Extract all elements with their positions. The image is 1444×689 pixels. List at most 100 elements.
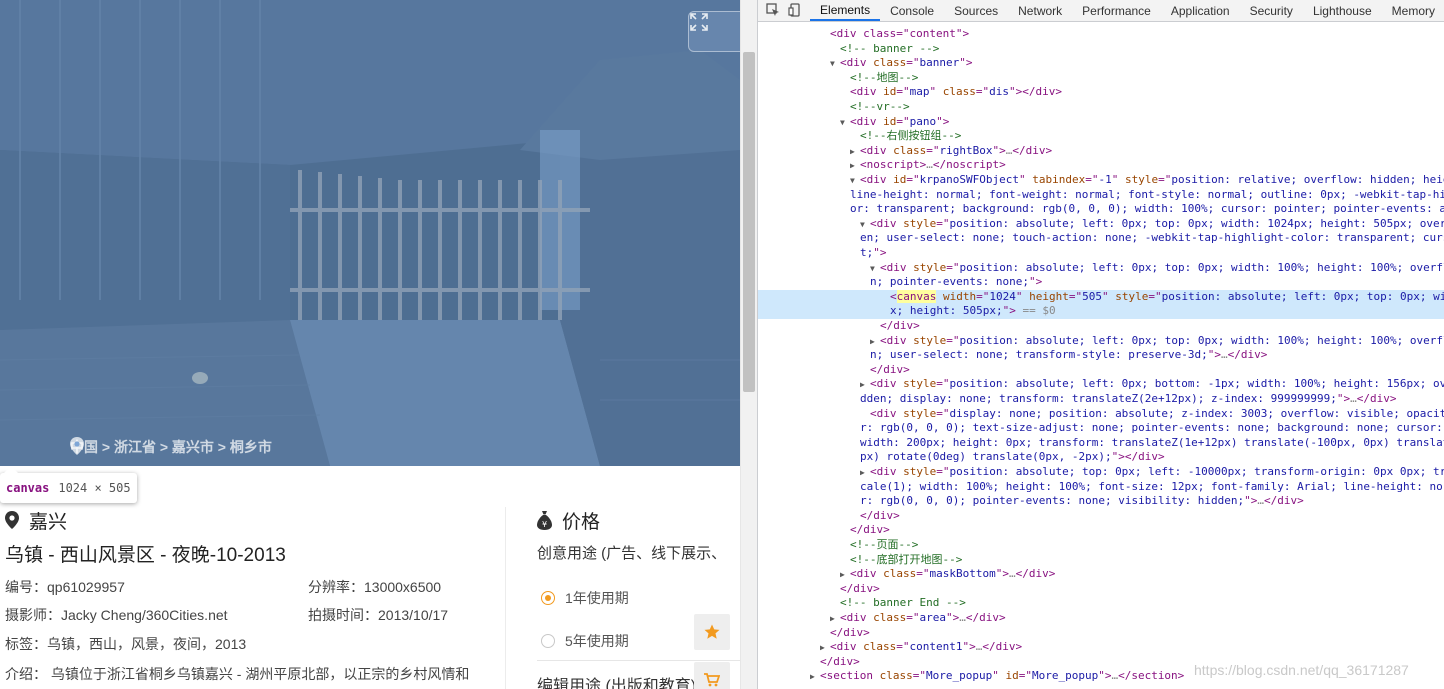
collapse-triangle-icon[interactable]: ▼ bbox=[870, 262, 880, 277]
dom-tree-line[interactable]: ▶ <div class="maskBottom">…</div> bbox=[758, 567, 1055, 583]
dom-tree-line[interactable]: <canvas width="1024" height="505" style=… bbox=[758, 289, 1444, 305]
dom-tree-line[interactable]: ▼ <div class="banner"> bbox=[758, 56, 973, 72]
dom-tree-line[interactable]: ▶ <div style="position: absolute; left: 0… bbox=[758, 334, 1444, 350]
expand-triangle-icon[interactable]: ▶ bbox=[850, 159, 860, 174]
page-scrollbar[interactable] bbox=[740, 0, 757, 689]
dom-tree-line[interactable]: cale(1); width: 100%; height: 100%; font… bbox=[758, 480, 1444, 495]
license-option-1-year[interactable]: 1年使用期 bbox=[541, 588, 629, 608]
dom-tree-line[interactable]: </div> bbox=[758, 626, 870, 641]
expand-triangle-icon[interactable]: ▶ bbox=[820, 641, 830, 656]
code-token: pano bbox=[909, 114, 937, 128]
device-toolbar-icon[interactable] bbox=[788, 3, 802, 17]
dom-tree-line[interactable]: </div> bbox=[758, 655, 860, 670]
dom-tree-line[interactable]: r: rgb(0, 0, 0); pointer-events: none; v… bbox=[758, 494, 1304, 509]
dom-tree-line[interactable]: <div class="content"> bbox=[758, 27, 969, 42]
elements-tree[interactable]: ••• <div class="content"><!-- banner -->… bbox=[758, 22, 1444, 689]
favorite-button[interactable] bbox=[694, 614, 730, 650]
expand-triangle-icon[interactable]: ▶ bbox=[860, 378, 870, 393]
code-token: <!--地图--> bbox=[850, 70, 919, 84]
devtools-tab-network[interactable]: Network bbox=[1008, 0, 1072, 21]
dom-tree-line[interactable]: ▼ <div style="position: absolute; left: 0… bbox=[758, 261, 1444, 277]
dom-tree-line[interactable]: </div> bbox=[758, 523, 890, 538]
add-to-cart-button[interactable] bbox=[694, 662, 730, 689]
collapse-triangle-icon[interactable]: ▼ bbox=[830, 57, 840, 72]
dom-tree-line[interactable]: n; pointer-events: none;"> bbox=[758, 275, 1042, 290]
breadcrumb-text[interactable]: 中国 > 浙江省 > 嘉兴市 > 桐乡市 bbox=[70, 437, 272, 457]
devtools-tab-performance[interactable]: Performance bbox=[1072, 0, 1161, 21]
dom-tree-line[interactable]: r: rgb(0, 0, 0); text-size-adjust: none;… bbox=[758, 421, 1444, 436]
dom-tree-line[interactable]: <!-- banner --> bbox=[758, 42, 939, 57]
devtools-tab-elements[interactable]: Elements bbox=[810, 0, 881, 21]
dom-tree-line[interactable]: ▼ <div id="pano"> bbox=[758, 115, 949, 131]
collapse-triangle-icon[interactable]: ▼ bbox=[850, 174, 860, 189]
code-token: =" bbox=[946, 333, 960, 347]
dom-tree-line[interactable]: t;"> bbox=[758, 246, 887, 261]
dom-tree-line[interactable]: </div> bbox=[758, 319, 920, 334]
dom-tree-line[interactable]: n; user-select: none; transform-style: p… bbox=[758, 348, 1267, 363]
devtools-tab-sources[interactable]: Sources bbox=[944, 0, 1008, 21]
code-token: </div> bbox=[1015, 567, 1056, 581]
expand-triangle-icon[interactable]: ▶ bbox=[850, 145, 860, 160]
code-token: <div bbox=[860, 173, 894, 186]
dom-tree-line[interactable]: ▶ <div class="rightBox">…</div> bbox=[758, 144, 1052, 160]
code-token: … bbox=[926, 158, 933, 172]
dom-tree-line[interactable]: ▶ <section class="More_popup" id="More_po… bbox=[758, 669, 1184, 685]
dom-tree-line[interactable]: <div id="map" class="dis"></div> bbox=[758, 85, 1062, 100]
radio-unselected-icon[interactable] bbox=[541, 634, 555, 648]
code-token: " bbox=[1015, 289, 1030, 303]
scrollbar-thumb[interactable] bbox=[743, 52, 755, 392]
expand-triangle-icon[interactable]: ▶ bbox=[810, 670, 820, 685]
dom-tree-line[interactable]: px) rotate(0deg) translate(0px, -2px);">… bbox=[758, 450, 1165, 465]
dom-tree-line[interactable]: line-height: normal; font-weight: normal… bbox=[758, 188, 1444, 203]
expand-triangle-icon[interactable]: ▶ bbox=[870, 335, 880, 350]
devtools-tab-application[interactable]: Application bbox=[1161, 0, 1240, 21]
expand-triangle-icon[interactable]: ▶ bbox=[860, 466, 870, 481]
breadcrumb[interactable]: 中国 > 浙江省 > 嘉兴市 > 桐乡市 bbox=[70, 437, 272, 457]
dom-tree-line[interactable]: ▶ <div style="position: absolute; top: 0p… bbox=[758, 465, 1444, 481]
dom-tree-line[interactable]: en; user-select: none; touch-action: non… bbox=[758, 231, 1444, 246]
dom-tree-line[interactable]: ▼ <div style="position: absolute; left: 0… bbox=[758, 217, 1444, 233]
dom-tree-line[interactable]: <!-- banner End --> bbox=[758, 596, 966, 611]
dom-tree-line[interactable]: width: 200px; height: 0px; transform: tr… bbox=[758, 436, 1444, 451]
code-token: r: rgb(0, 0, 0); pointer-events: none; v… bbox=[860, 494, 1245, 508]
devtools-tab-memory[interactable]: Memory bbox=[1382, 0, 1444, 21]
dom-tree-line[interactable]: <div style="display: none; position: abs… bbox=[758, 407, 1444, 422]
dom-tree-line[interactable]: </div> bbox=[758, 363, 910, 378]
radio-selected-icon[interactable] bbox=[541, 591, 555, 605]
dom-tree-line[interactable]: <!--地图--> bbox=[758, 71, 918, 86]
dom-tree-line[interactable]: <!--底部打开地图--> bbox=[758, 553, 962, 568]
code-token: =" bbox=[912, 669, 926, 683]
dom-tree-line[interactable]: x; height: 505px;"> == $0 bbox=[758, 304, 1444, 319]
devtools-tab-lighthouse[interactable]: Lighthouse bbox=[1303, 0, 1382, 21]
dom-tree-line[interactable]: </div> bbox=[758, 582, 880, 597]
collapse-triangle-icon[interactable]: ▼ bbox=[840, 116, 850, 131]
panorama-canvas[interactable]: 中国 > 浙江省 > 嘉兴市 > 桐乡市 bbox=[0, 0, 740, 466]
fullscreen-button[interactable] bbox=[688, 11, 740, 52]
dom-tree-line[interactable]: <!--页面--> bbox=[758, 538, 918, 553]
element-tooltip: canvas 1024 × 505 bbox=[0, 466, 137, 503]
dom-tree-line[interactable]: <!--右侧按钮组--> bbox=[758, 129, 961, 144]
devtools-tab-console[interactable]: Console bbox=[880, 0, 944, 21]
dom-tree-line[interactable]: </div> bbox=[758, 509, 900, 524]
devtools-tabs: Elements Console Sources Network Performance… bbox=[810, 0, 1444, 21]
dom-tree-line[interactable]: ▶ <noscript>…</noscript> bbox=[758, 158, 1006, 174]
dom-tree-line[interactable]: dden; display: none; transform: translat… bbox=[758, 392, 1396, 407]
dom-tree-line[interactable]: ▶ <div class="area">…</div> bbox=[758, 611, 1006, 627]
code-token: =" bbox=[936, 216, 950, 230]
collapse-triangle-icon[interactable]: ▼ bbox=[860, 218, 870, 233]
dom-tree-line[interactable]: ▼ <div id="krpanoSWFObject" tabindex="-1"… bbox=[758, 173, 1444, 189]
dom-tree-line[interactable]: ▶ <div class="content1">…</div> bbox=[758, 640, 1022, 656]
devtools-tab-security[interactable]: Security bbox=[1240, 0, 1303, 21]
license-option-5-year[interactable]: 5年使用期 bbox=[541, 631, 629, 651]
inspect-element-icon[interactable] bbox=[766, 3, 780, 17]
expand-triangle-icon[interactable]: ▶ bbox=[830, 612, 840, 627]
dom-tree-line[interactable]: <!--vr--> bbox=[758, 100, 910, 115]
expand-triangle-icon[interactable]: ▶ bbox=[840, 568, 850, 583]
code-token: cale(1); width: 100%; height: 100%; font… bbox=[860, 479, 1444, 493]
dom-tree-line[interactable]: or: transparent; background: rgb(0, 0, 0… bbox=[758, 202, 1444, 217]
code-token: <div bbox=[850, 567, 884, 581]
creative-use-label: 创意用途 (广告、线下展示、 bbox=[537, 545, 727, 562]
code-token: class bbox=[883, 567, 917, 581]
code-token: r: rgb(0, 0, 0); text-size-adjust: none;… bbox=[860, 421, 1444, 435]
dom-tree-line[interactable]: ▶ <div style="position: absolute; left: 0… bbox=[758, 377, 1444, 393]
